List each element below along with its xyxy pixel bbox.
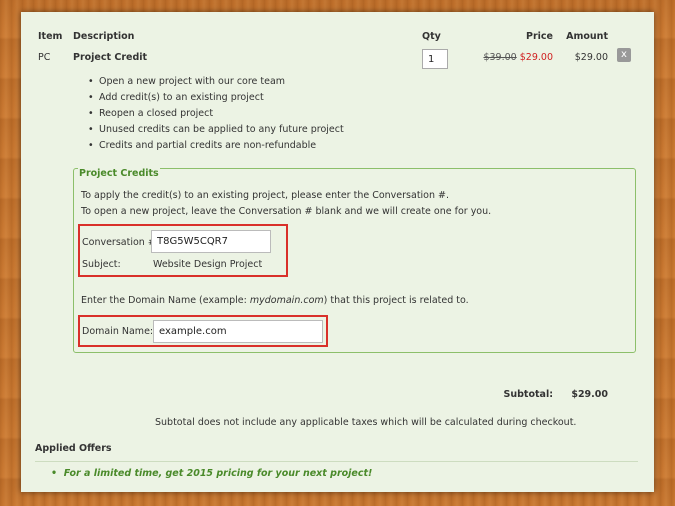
domain-prompt: Enter the Domain Name (example: mydomain… — [81, 295, 469, 306]
subtotal-value: $29.00 — [571, 389, 608, 400]
domain-name-input[interactable] — [153, 320, 323, 343]
list-item: Unused credits can be applied to any fut… — [81, 122, 344, 138]
sale-price: $29.00 — [519, 52, 553, 63]
list-item: Credits and partial credits are non-refu… — [81, 138, 344, 154]
cart-panel: Item Description Qty Price Amount PC Pro… — [21, 12, 654, 492]
list-item: Open a new project with our core team — [81, 74, 344, 90]
bullet-icon: • — [51, 468, 58, 479]
item-description: Project Credit — [73, 52, 148, 63]
domain-example: mydomain.com — [249, 295, 324, 306]
domain-prompt-text: Enter the Domain Name (example: — [81, 295, 250, 306]
close-icon: x — [621, 49, 627, 60]
offers-divider — [35, 461, 638, 462]
conversation-input[interactable] — [151, 230, 271, 253]
credit-instruction-1: To apply the credit(s) to an existing pr… — [81, 190, 450, 201]
tax-note: Subtotal does not include any applicable… — [155, 417, 577, 428]
subject-label: Subject: — [82, 259, 121, 270]
conversation-label: Conversation #: — [82, 237, 159, 248]
header-price: Price — [526, 31, 553, 42]
project-credits-legend: Project Credits — [78, 167, 160, 180]
item-amount: $29.00 — [574, 52, 608, 63]
list-item: Add credit(s) to an existing project — [81, 90, 344, 106]
remove-item-button[interactable]: x — [617, 48, 631, 62]
header-item: Item — [38, 31, 63, 42]
offer-item: • For a limited time, get 2015 pricing f… — [51, 468, 372, 479]
header-description: Description — [73, 31, 135, 42]
domain-label: Domain Name:* — [82, 326, 158, 337]
quantity-input[interactable] — [422, 49, 448, 69]
header-amount: Amount — [566, 31, 608, 42]
original-price: $39.00 — [483, 52, 517, 63]
subtotal-label: Subtotal: — [503, 389, 553, 400]
item-price: $39.00 $29.00 — [483, 52, 553, 63]
feature-list: Open a new project with our core team Ad… — [81, 74, 344, 154]
subject-value: Website Design Project — [153, 259, 263, 270]
list-item: Reopen a closed project — [81, 106, 344, 122]
offer-text: For a limited time, get 2015 pricing for… — [63, 468, 373, 479]
applied-offers-heading: Applied Offers — [35, 443, 112, 454]
credit-instruction-2: To open a new project, leave the Convers… — [81, 206, 492, 217]
header-qty: Qty — [422, 31, 441, 42]
domain-prompt-text-end: ) that this project is related to. — [323, 295, 469, 306]
item-code: PC — [38, 52, 51, 63]
